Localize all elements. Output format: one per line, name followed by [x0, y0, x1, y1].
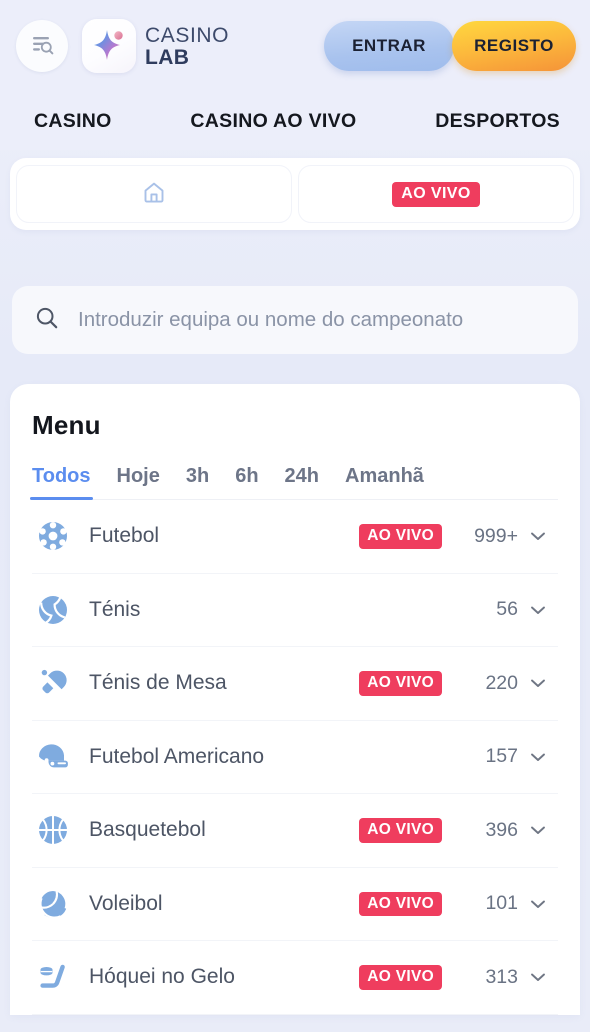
sport-count: 396: [485, 818, 518, 841]
brand-name-line2: LAB: [145, 45, 190, 69]
page-title: Menu: [32, 410, 101, 440]
chevron-down-icon[interactable]: [518, 525, 558, 547]
status-badge: AO VIVO: [359, 818, 442, 843]
table-row[interactable]: Voleibol AO VIVO 101: [32, 868, 558, 941]
sport-count: 56: [496, 598, 518, 621]
status-badge: AO VIVO: [359, 671, 442, 696]
filter-3h[interactable]: 3h: [186, 465, 209, 499]
brand-name-line1: CASINO: [145, 23, 230, 47]
section-tabbar: AO VIVO: [10, 158, 580, 230]
sport-name: Futebol Americano: [89, 744, 265, 768]
sport-name: Hóquei no Gelo: [89, 965, 235, 989]
status-badge: AO VIVO: [359, 524, 442, 549]
chevron-down-icon[interactable]: [518, 672, 558, 694]
chevron-down-icon[interactable]: [518, 966, 558, 988]
volleyball-icon: [32, 887, 74, 921]
menu-search-icon: [29, 31, 55, 62]
live-badge: AO VIVO: [392, 181, 480, 207]
chevron-down-icon[interactable]: [518, 746, 558, 768]
filter-amanha[interactable]: Amanhã: [345, 465, 424, 499]
home-icon: [140, 178, 168, 211]
nav-item-casino[interactable]: CASINO: [34, 110, 112, 133]
filter-todos[interactable]: Todos: [30, 465, 93, 500]
chevron-down-icon[interactable]: [518, 599, 558, 621]
nav-item-desportos[interactable]: DESPORTOS: [435, 110, 560, 133]
sport-name: Basquetebol: [89, 818, 206, 842]
search-icon: [34, 305, 60, 336]
tab-home[interactable]: [16, 165, 292, 223]
nav-item-casino-ao-vivo[interactable]: CASINO AO VIVO: [190, 110, 356, 133]
search-section: [12, 286, 578, 354]
football-helmet-icon: [32, 740, 74, 774]
main-nav: CASINO CASINO AO VIVO DESPORTOS: [0, 92, 590, 150]
basketball-icon: [32, 813, 74, 847]
sport-count: 313: [485, 965, 518, 988]
sparkle-star-icon: [82, 19, 136, 73]
sport-name: Voleibol: [89, 891, 163, 915]
table-row[interactable]: Futebol Americano 157: [32, 721, 558, 794]
search-input[interactable]: [78, 308, 556, 332]
menu-search-button[interactable]: [16, 20, 68, 72]
table-row[interactable]: Hóquei no Gelo AO VIVO 313: [32, 941, 558, 1015]
filter-24h[interactable]: 24h: [285, 465, 319, 499]
tab-ao-vivo[interactable]: AO VIVO: [298, 165, 574, 223]
login-button[interactable]: ENTRAR: [324, 21, 454, 71]
sport-name: Ténis de Mesa: [89, 671, 227, 695]
table-row[interactable]: Futebol AO VIVO 999+: [32, 500, 558, 574]
register-button[interactable]: REGISTO: [452, 21, 576, 71]
chevron-down-icon[interactable]: [518, 893, 558, 915]
app-header: CASINO LAB ENTRAR REGISTO: [0, 0, 590, 92]
search-box[interactable]: [12, 286, 578, 354]
sport-name: Futebol: [89, 524, 160, 548]
filter-6h[interactable]: 6h: [235, 465, 258, 499]
table-row[interactable]: Ténis de Mesa AO VIVO 220: [32, 647, 558, 721]
time-filter-tabs: Todos Hoje 3h 6h 24h Amanhã: [30, 465, 558, 500]
status-badge: AO VIVO: [359, 965, 442, 990]
sport-name: Ténis: [89, 597, 141, 621]
tennis-ball-icon: [32, 593, 74, 627]
auth-actions: ENTRAR REGISTO: [324, 21, 576, 71]
menu-card: Menu Todos Hoje 3h 6h 24h Amanhã Futebol…: [10, 384, 580, 1015]
sport-count: 157: [485, 745, 518, 768]
sport-count: 220: [485, 671, 518, 694]
table-tennis-icon: [32, 666, 74, 700]
ice-hockey-icon: [32, 960, 74, 994]
table-row[interactable]: Ténis 56: [32, 574, 558, 647]
filter-hoje[interactable]: Hoje: [117, 465, 160, 499]
sport-count: 101: [485, 892, 518, 915]
table-row[interactable]: Basquetebol AO VIVO 396: [32, 794, 558, 868]
sport-count: 999+: [474, 524, 518, 547]
soccer-ball-icon: [32, 519, 74, 553]
status-badge: AO VIVO: [359, 891, 442, 916]
chevron-down-icon[interactable]: [518, 819, 558, 841]
brand-logo[interactable]: CASINO LAB: [82, 19, 229, 73]
